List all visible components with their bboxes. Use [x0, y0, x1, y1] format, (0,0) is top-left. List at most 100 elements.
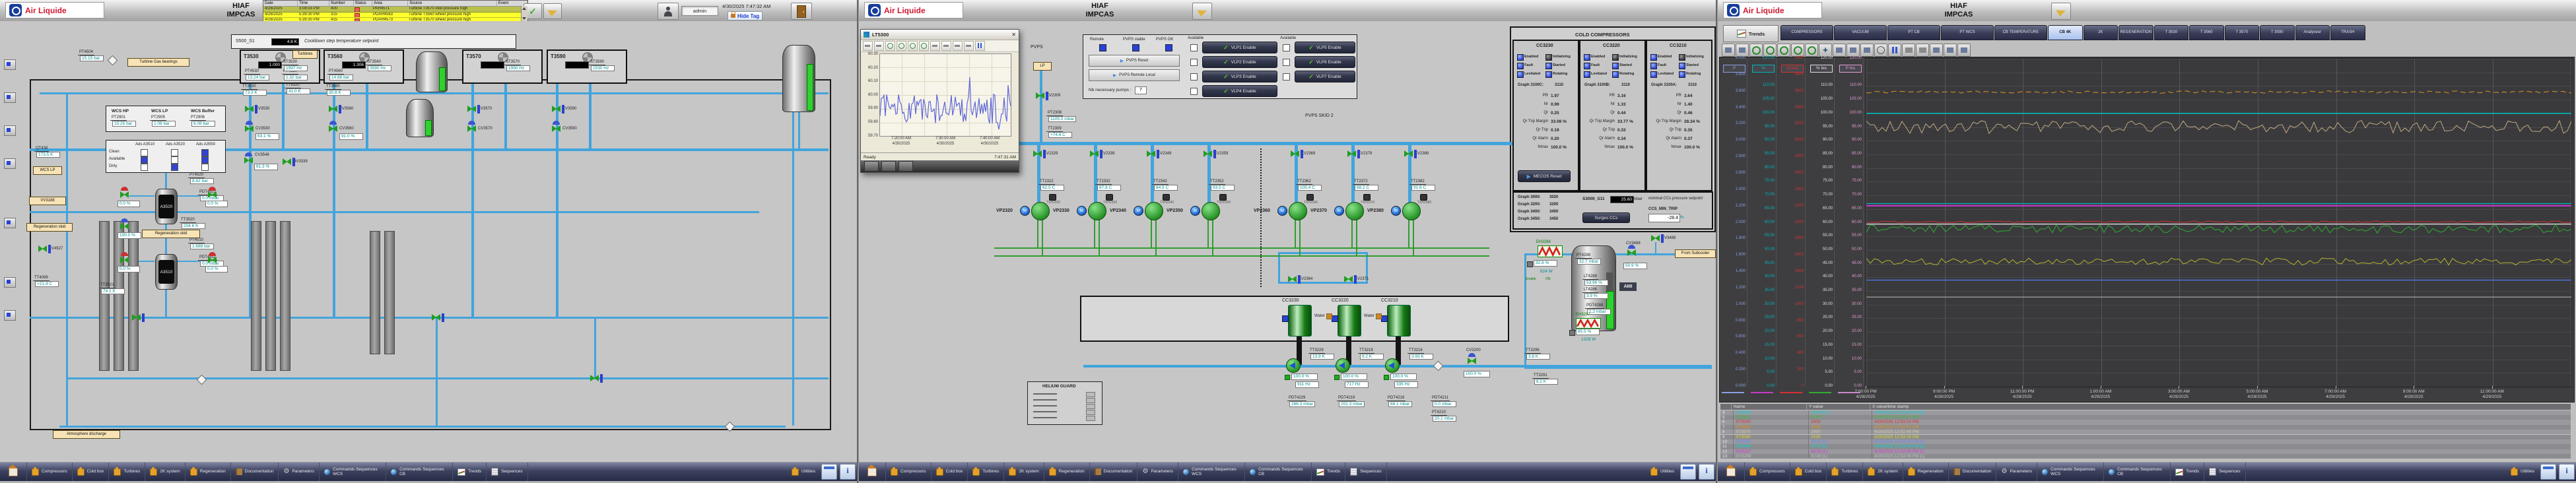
valve-XV2389[interactable] — [1404, 150, 1413, 158]
adsorber-A3510[interactable]: A3510 — [155, 254, 178, 290]
valve-CV3590[interactable] — [552, 125, 560, 133]
motor-VP2320[interactable]: M — [1020, 206, 1030, 216]
tsh-icon[interactable] — [1049, 194, 1056, 201]
nav-lp[interactable]: LP — [1033, 62, 1052, 71]
taskbar-item-trends[interactable]: Trends — [2171, 463, 2204, 481]
checkbox[interactable] — [201, 149, 209, 156]
taskbar-item-documentation[interactable]: Documentation — [1090, 463, 1138, 481]
taskbar-item-parameters[interactable]: ⚙Parameters — [1137, 463, 1178, 481]
vlp-enable-button[interactable]: ✓VLP5 Enable — [1295, 42, 1355, 53]
taskbar-item-trends[interactable]: Trends — [1312, 463, 1345, 481]
taskbar-item-compressors[interactable]: Compressors — [886, 463, 932, 481]
checkbox[interactable] — [171, 156, 178, 164]
taskbar-item-parameters[interactable]: ⚙Parameters — [1996, 463, 2037, 481]
tool-export[interactable] — [1916, 44, 1929, 57]
inst-TT3296[interactable]: TT32963.8 K — [1524, 348, 1550, 360]
legend-row-EH3545[interactable]: 10EH354539.00 [L]4/29/2025 12:53:06 PM [… — [1720, 439, 2571, 444]
alarm-horn-button[interactable] — [2051, 3, 2071, 20]
pvps-remote-local-button[interactable]: ▶PVPS Remote Local — [1089, 69, 1180, 81]
legend-row-ST3560[interactable]: 7ST356035904/29/2025 12:52:51 PM — [1720, 425, 2571, 430]
inst-ST3570[interactable]: ST35701990 Hz — [504, 60, 530, 71]
taskbar-item-parameters[interactable]: ⚙Parameters — [279, 463, 320, 481]
io-status-box[interactable] — [4, 158, 16, 169]
popup-tool-stats[interactable] — [953, 41, 963, 51]
tool-chart-properties[interactable] — [1722, 44, 1735, 57]
nav-wcs-lp[interactable]: WCS LP — [33, 166, 62, 175]
tool-zoom-box[interactable] — [1749, 44, 1763, 57]
motor-VP2380[interactable]: M — [1391, 206, 1401, 216]
inst-ST3560[interactable]: ST35603590 Hz — [366, 60, 391, 71]
nav-vv3188[interactable]: VV3188 — [29, 197, 66, 205]
valve-XV4527[interactable] — [38, 245, 47, 253]
taskbar-item-commands-sequences-wcs[interactable]: Commands Sequences WCS — [1178, 463, 1245, 481]
inst-PT4560[interactable]: PT456014.66 bar — [327, 69, 353, 80]
legend-row-EH3287[interactable]: 12EH328766.50 [L]4/29/2025 12:53:06 PM [… — [1720, 449, 2571, 454]
heater-EH3288[interactable] — [1538, 245, 1563, 257]
turbines-tag[interactable]: Turbines — [292, 50, 318, 59]
tab-analyseur[interactable]: Analyseur — [2295, 25, 2330, 40]
popup-settings-button[interactable] — [898, 161, 913, 172]
motor-VP2330[interactable]: M — [1077, 206, 1087, 216]
pvps-reset-button[interactable]: ▶PVPS Reset — [1089, 55, 1180, 67]
inst-PT2905[interactable]: PT29051.08 bar — [150, 115, 176, 127]
taskbar-item-sequences[interactable]: Sequences — [1345, 463, 1387, 481]
valve-XV2379[interactable] — [1347, 150, 1356, 158]
taskbar-item-utilities[interactable]: Utilities — [1646, 468, 1679, 476]
popup-close-button[interactable]: ✕ — [1011, 32, 1016, 38]
nav-atmosphere-discharge[interactable]: Atmosphere discharge — [53, 430, 120, 439]
tab-2k[interactable]: 2K — [2084, 25, 2118, 40]
inst-TT2342[interactable]: TT234284.5 C — [1152, 179, 1178, 191]
tab-t-3590[interactable]: T 3590 — [2260, 25, 2295, 40]
inst-PDT4211[interactable]: PDT42110.0 mbar — [1431, 396, 1456, 407]
taskbar-item-utilities[interactable]: Utilities — [787, 468, 820, 476]
valve-v[interactable] — [120, 191, 129, 199]
valve-XV2371[interactable] — [1344, 276, 1353, 283]
popup-tool-zoom-in[interactable] — [897, 41, 906, 51]
pump-VP2360[interactable] — [1289, 202, 1307, 220]
io-status-box[interactable] — [4, 125, 16, 136]
legend-row-LT5300[interactable]: 5LT530057.854/29/2025 12:53:21 PM — [1720, 415, 2571, 420]
vlp-enable-button[interactable]: ✓VLP4 Enable — [1202, 85, 1277, 97]
user-button[interactable] — [658, 3, 679, 20]
inst-PT4510[interactable]: PT45101.688 bar — [188, 238, 214, 249]
info-button[interactable] — [840, 464, 856, 480]
popup-tool-zoom-box[interactable] — [885, 41, 895, 51]
popup-trend-button[interactable] — [881, 161, 896, 172]
tsh-icon[interactable] — [1163, 194, 1170, 201]
taskbar-item-trends[interactable]: Trends — [453, 463, 487, 481]
vlp-enable-button[interactable]: ✓VLP2 Enable — [1202, 56, 1277, 68]
io-status-box[interactable] — [4, 310, 16, 321]
nb-pumps-value[interactable]: 7 — [1135, 86, 1147, 94]
cold-pump[interactable] — [1286, 358, 1301, 373]
turbine-box-T3560[interactable]: T35601.306ST35603590 HzPT456014.66 bar — [323, 49, 404, 84]
pump-VP2380[interactable] — [1402, 202, 1421, 220]
tab-regeneration[interactable]: REGENERATION — [2118, 25, 2153, 40]
io-status-box[interactable] — [4, 218, 16, 228]
taskbar-item-sequences[interactable]: Sequences — [487, 463, 528, 481]
valve-CV3560[interactable] — [329, 125, 337, 133]
tool-bookmark[interactable] — [1944, 44, 1957, 57]
taskbar-home-button[interactable] — [0, 463, 27, 481]
inst-PDT4219[interactable]: PDT4219202.3 mbar — [1337, 396, 1365, 407]
inst-QT438[interactable]: QT438173.5 K — [34, 146, 60, 158]
tool-zoom-y[interactable] — [1805, 44, 1818, 57]
valve-v[interactable] — [120, 223, 129, 230]
checkbox[interactable] — [1283, 59, 1290, 66]
inst-PT2901[interactable]: PT290115.25 bar — [110, 115, 136, 127]
mecos-reset-button[interactable]: ▶MECOS Reset — [1518, 170, 1571, 182]
inst-TT2309[interactable]: TT2309+74.6 C — [1046, 127, 1072, 138]
popup-tool-cursor-mode[interactable] — [874, 41, 884, 51]
inst-TT2372[interactable]: TT237288.2 C — [1353, 179, 1378, 191]
valve-v[interactable] — [208, 191, 217, 199]
taskbar-item-cold-box[interactable]: Cold box — [932, 463, 968, 481]
inst-PT2308[interactable]: PT23081105.0 mbar — [1046, 111, 1076, 122]
hide-tag-button[interactable]: Hide Tag — [728, 11, 763, 20]
taskbar-item-documentation[interactable]: Documentation — [231, 463, 279, 481]
tab-cb-temperature[interactable]: CB TEMPERATURE — [1994, 25, 2047, 40]
motor-VP2350[interactable]: M — [1190, 206, 1200, 216]
checkbox[interactable] — [1190, 44, 1198, 51]
popup-home-button[interactable] — [864, 161, 879, 172]
popup-tool-zoom-out[interactable] — [908, 41, 918, 51]
inst-TT2362[interactable]: TT2362105.4 C — [1296, 179, 1322, 191]
legend-row-ST3570[interactable]: 8ST357019904/29/2025 12:52:49 PM — [1720, 430, 2571, 434]
